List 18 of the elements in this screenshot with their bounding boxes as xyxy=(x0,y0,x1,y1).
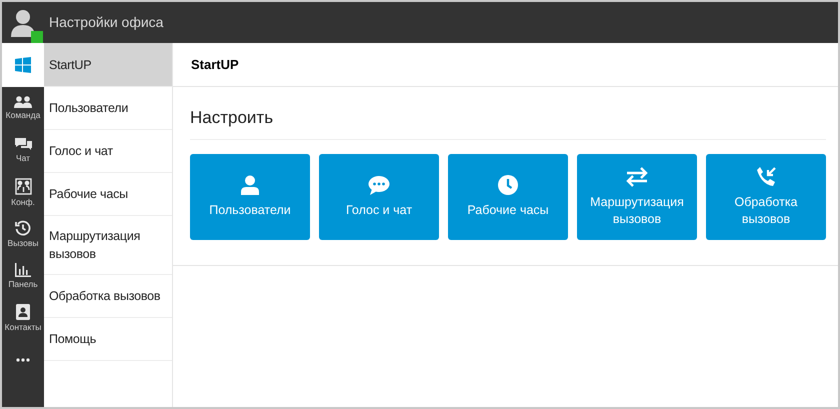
window-title: Настройки офиса xyxy=(49,13,164,32)
avatar-icon[interactable] xyxy=(10,8,36,36)
menu-item[interactable]: StartUP xyxy=(44,43,172,87)
chat-icon xyxy=(14,137,32,152)
more-icon xyxy=(16,358,30,362)
speech-bubble-icon xyxy=(368,176,390,194)
page-title: StartUP xyxy=(191,56,239,74)
bar-chart-icon xyxy=(15,263,31,278)
clock-icon xyxy=(498,175,518,195)
contact-card-icon xyxy=(16,304,30,320)
windows-icon xyxy=(15,57,31,73)
incoming-call-icon xyxy=(756,166,776,187)
conference-icon xyxy=(14,178,32,195)
history-icon xyxy=(15,220,31,236)
swap-arrows-icon xyxy=(626,166,648,186)
section-title: Настроить xyxy=(190,108,274,127)
user-icon xyxy=(240,175,260,195)
team-icon xyxy=(14,96,32,108)
